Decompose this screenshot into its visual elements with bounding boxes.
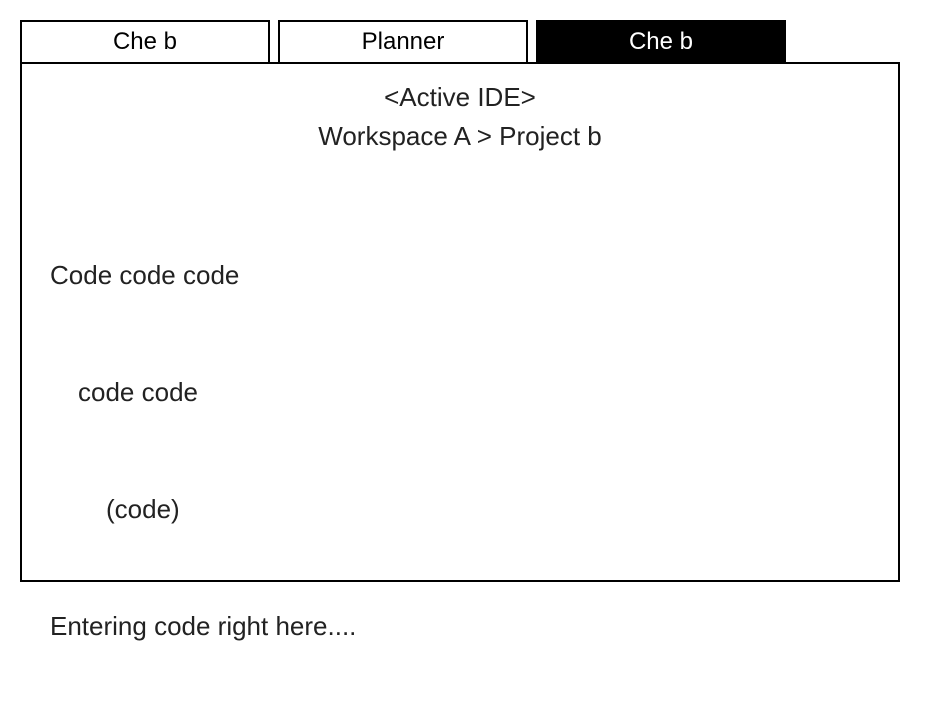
code-line: Entering code right here....	[50, 607, 870, 646]
editor-header: <Active IDE> Workspace A > Project b	[50, 78, 870, 156]
code-line: (code)	[50, 490, 870, 529]
tab-planner[interactable]: Planner	[278, 20, 528, 64]
code-editor[interactable]: Code code code code code (code) Entering…	[50, 178, 870, 724]
editor-pane: <Active IDE> Workspace A > Project b Cod…	[20, 62, 900, 582]
code-line: code code	[50, 373, 870, 412]
code-line: Code code code	[50, 256, 870, 295]
tab-bar: Che b Planner Che b	[20, 20, 900, 64]
tab-che-b-1[interactable]: Che b	[20, 20, 270, 64]
ide-title: <Active IDE>	[50, 78, 870, 117]
breadcrumb: Workspace A > Project b	[50, 117, 870, 156]
tab-che-b-2[interactable]: Che b	[536, 20, 786, 64]
ide-window: Che b Planner Che b <Active IDE> Workspa…	[20, 20, 900, 582]
